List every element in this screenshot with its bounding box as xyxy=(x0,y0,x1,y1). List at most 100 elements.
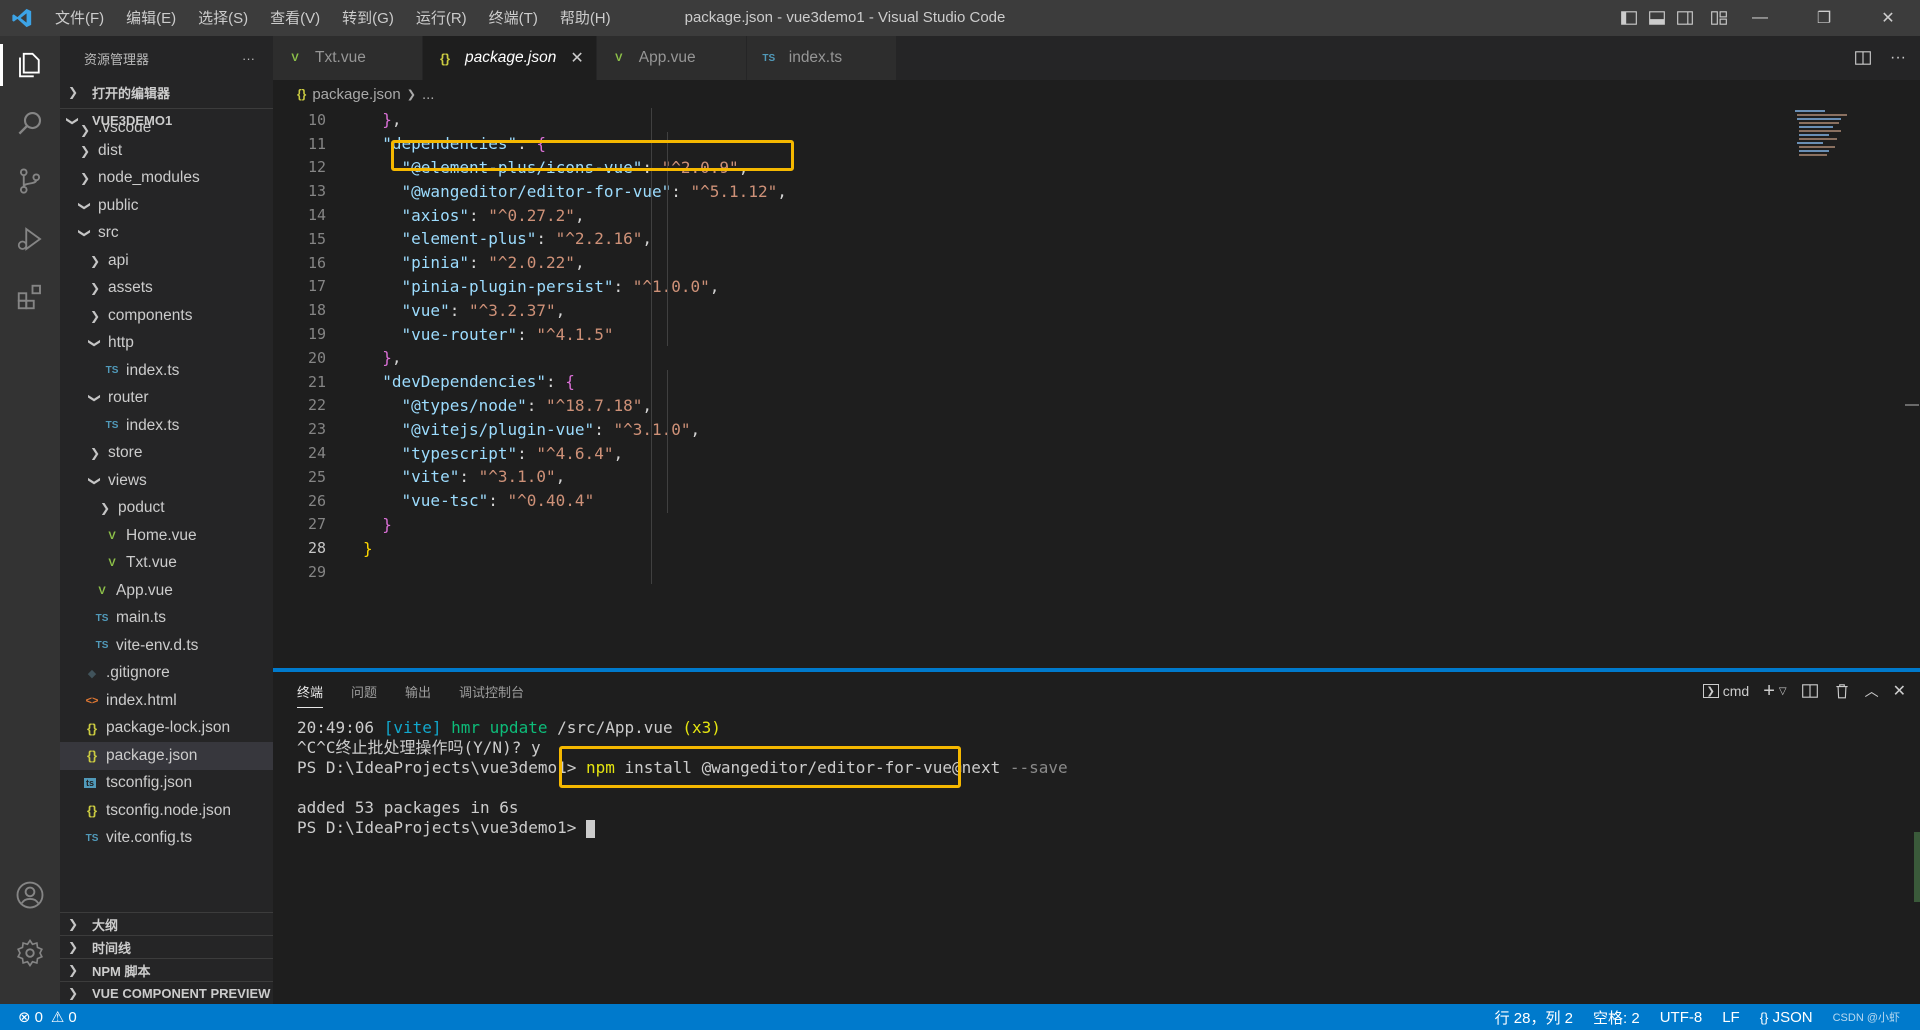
highlight-box xyxy=(559,746,961,788)
folder-item[interactable]: ❯ api xyxy=(60,247,273,275)
chevron-right-icon: ❯ xyxy=(99,501,111,516)
folder-item[interactable]: ❯ store xyxy=(60,440,273,468)
line-number: 15 xyxy=(307,229,326,248)
cursor-position[interactable]: 行 28，列 2 xyxy=(1495,1007,1573,1028)
file-item[interactable]: ◆ .gitignore xyxy=(60,660,273,688)
folder-item[interactable]: ❯ dist xyxy=(60,137,273,165)
menu-item[interactable]: 文件(F) xyxy=(44,0,115,36)
shell-name[interactable]: cmd xyxy=(1723,683,1749,699)
file-item[interactable]: V Home.vue xyxy=(60,522,273,550)
file-item[interactable]: {} package.json xyxy=(60,742,273,770)
split-terminal-icon[interactable] xyxy=(1801,682,1819,700)
tab-label: App.vue xyxy=(638,49,696,66)
split-editor-icon[interactable] xyxy=(1854,49,1872,67)
restore-icon[interactable]: ❐ xyxy=(1792,0,1856,36)
menu-item[interactable]: 转到(G) xyxy=(331,0,405,36)
chevron-down-icon[interactable]: ▽ xyxy=(1779,686,1787,697)
menu-item[interactable]: 编辑(E) xyxy=(115,0,187,36)
code-editor[interactable]: 10 }, 11 "dependencies": {12 "@element-pl… xyxy=(273,108,1773,668)
trash-icon[interactable] xyxy=(1833,682,1851,700)
panel-tab[interactable]: 终端 xyxy=(297,682,324,708)
panel-tab[interactable]: 调试控制台 xyxy=(459,682,524,701)
menu-item[interactable]: 帮助(H) xyxy=(549,0,622,36)
panel-tab[interactable]: 输出 xyxy=(405,682,431,701)
more-actions-icon[interactable]: ··· xyxy=(1890,49,1906,67)
vue-file-icon: V xyxy=(98,584,106,597)
menu-item[interactable]: 选择(S) xyxy=(187,0,259,36)
editor-tab[interactable]: TS index.ts xyxy=(746,36,897,80)
vue-file-icon: V xyxy=(291,52,299,64)
menu-item[interactable]: 运行(R) xyxy=(405,0,478,36)
run-debug-icon[interactable] xyxy=(0,210,60,268)
vscode-logo-icon xyxy=(0,0,44,36)
folder-item[interactable]: ❯ router xyxy=(60,385,273,413)
source-control-icon[interactable] xyxy=(0,152,60,210)
editor-tab[interactable]: {} package.json ✕ xyxy=(423,36,597,80)
sidebar-section[interactable]: ❯ 大纲 xyxy=(60,912,273,935)
close-tab-icon[interactable]: ✕ xyxy=(570,48,583,68)
terminal-scrollbar[interactable] xyxy=(1914,832,1920,902)
explorer-icon[interactable] xyxy=(0,36,60,94)
folder-item[interactable]: ❯ views xyxy=(60,467,273,495)
sidebar-section[interactable]: ❯ 时间线 xyxy=(60,935,273,958)
manage-gear-icon[interactable] xyxy=(0,924,60,982)
folder-item[interactable]: ❯ assets xyxy=(60,275,273,303)
file-item[interactable]: TS main.ts xyxy=(60,605,273,633)
folder-item[interactable]: ❯ http xyxy=(60,330,273,358)
folder-item[interactable]: ❯ public xyxy=(60,192,273,220)
editor-tab[interactable]: V App.vue xyxy=(596,36,747,80)
open-editors-section[interactable]: ❯ 打开的编辑器 xyxy=(60,80,273,104)
terminal-output[interactable]: 20:49:06 [vite] hmr update /src/App.vue … xyxy=(273,710,1920,838)
title-bar: 文件(F) 编辑(E) 选择(S) 查看(V) 转到(G) 运行(R) 终端(T) 帮助(H)… xyxy=(0,0,1920,36)
menu-item[interactable]: 终端(T) xyxy=(478,0,549,36)
indentation[interactable]: 空格: 2 xyxy=(1593,1007,1640,1028)
close-panel-icon[interactable]: ✕ xyxy=(1893,681,1906,701)
file-item[interactable]: TS index.ts xyxy=(60,412,273,440)
close-window-icon[interactable]: ✕ xyxy=(1856,0,1920,36)
file-item[interactable]: TS index.ts xyxy=(60,357,273,385)
file-item[interactable]: V App.vue xyxy=(60,577,273,605)
file-item[interactable]: {} package-lock.json xyxy=(60,715,273,743)
extensions-icon[interactable] xyxy=(0,268,60,326)
toggle-secondary-sidebar-icon[interactable] xyxy=(1676,9,1694,27)
tree-item-label: Txt.vue xyxy=(126,554,177,572)
more-actions-icon[interactable]: ··· xyxy=(242,51,255,66)
sidebar-section[interactable]: ❯ VUE COMPONENT PREVIEW xyxy=(60,981,273,1004)
file-item[interactable]: V Txt.vue xyxy=(60,550,273,578)
breadcrumb-file[interactable]: package.json xyxy=(312,86,400,103)
file-item[interactable]: ts tsconfig.json xyxy=(60,770,273,798)
line-number: 11 xyxy=(307,134,326,153)
file-item[interactable]: {} tsconfig.node.json xyxy=(60,797,273,825)
folder-item[interactable]: ❯ src xyxy=(60,220,273,248)
encoding[interactable]: UTF-8 xyxy=(1660,1009,1703,1026)
breadcrumb: {} package.json ❯ ... xyxy=(273,80,1920,108)
toggle-primary-sidebar-icon[interactable] xyxy=(1620,9,1638,27)
folder-item[interactable]: ❯ node_modules xyxy=(60,165,273,193)
search-icon[interactable] xyxy=(0,94,60,152)
line-content: "@types/node": "^18.7.18", xyxy=(401,395,652,415)
folder-item[interactable]: ❯ .vscode xyxy=(60,123,273,137)
maximize-panel-icon[interactable]: ︿ xyxy=(1865,681,1879,701)
file-item[interactable]: <> index.html xyxy=(60,687,273,715)
editor-tab[interactable]: V Txt.vue xyxy=(273,36,423,80)
new-terminal-icon[interactable]: + xyxy=(1763,680,1775,703)
minimize-icon[interactable]: — xyxy=(1728,0,1792,36)
file-item[interactable]: TS vite.config.ts xyxy=(60,825,273,853)
folder-item[interactable]: ❯ poduct xyxy=(60,495,273,523)
breadcrumb-rest[interactable]: ... xyxy=(422,86,435,103)
folder-item[interactable]: ❯ components xyxy=(60,302,273,330)
file-item[interactable]: TS vite-env.d.ts xyxy=(60,632,273,660)
end-of-line[interactable]: LF xyxy=(1722,1009,1740,1026)
json-file-icon: {} xyxy=(439,50,451,66)
minimap[interactable] xyxy=(1785,108,1905,168)
sidebar-section[interactable]: ❯ NPM 脚本 xyxy=(60,958,273,981)
toggle-panel-icon[interactable] xyxy=(1648,9,1666,27)
problems-indicator[interactable]: ⊗ 0 ⚠ 0 xyxy=(0,1008,77,1027)
language-mode[interactable]: {} JSON xyxy=(1760,1009,1813,1026)
menu-item[interactable]: 查看(V) xyxy=(259,0,331,36)
line-content: "vue-router": "^4.1.5" xyxy=(401,324,614,344)
panel-tab[interactable]: 问题 xyxy=(351,682,377,701)
accounts-icon[interactable] xyxy=(0,866,60,924)
editor-scrollbar[interactable] xyxy=(1905,108,1919,668)
customize-layout-icon[interactable] xyxy=(1710,9,1728,27)
